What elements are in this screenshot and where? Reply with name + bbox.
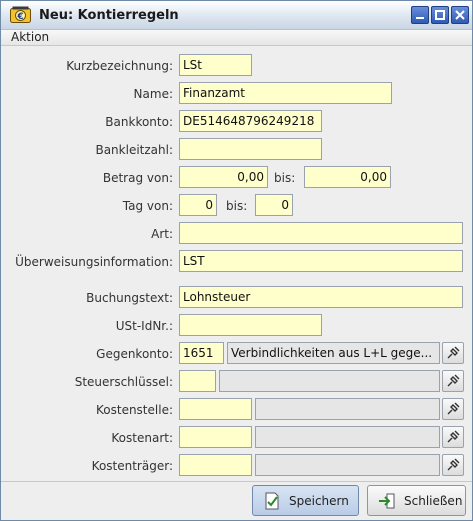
pin-icon (447, 374, 460, 387)
pin-icon (447, 346, 460, 359)
save-label: Speichern (289, 494, 349, 508)
name-input[interactable]: Finanzamt (179, 82, 392, 104)
kostenstelle-code-input[interactable] (179, 398, 252, 420)
tag-from-input[interactable]: 0 (179, 194, 217, 216)
art-input[interactable] (179, 222, 463, 244)
kostenart-description (255, 426, 440, 448)
tag-label: Tag von: (122, 199, 173, 213)
ueberweisungsinformation-input[interactable]: LST (179, 250, 463, 272)
betrag-to-input[interactable]: 0,00 (304, 166, 391, 188)
steuerschluessel-label: Steuerschlüssel: (74, 375, 173, 389)
bankkonto-label: Bankkonto: (105, 115, 173, 129)
maximize-icon (435, 10, 445, 20)
maximize-button[interactable] (431, 6, 449, 24)
save-button[interactable]: Speichern (252, 485, 359, 516)
svg-text:€: € (16, 12, 23, 22)
close-button[interactable]: Schließen (367, 485, 466, 516)
save-doc-icon (265, 492, 279, 510)
kostentraeger-description (255, 454, 440, 476)
gegenkonto-description: Verbindlichkeiten aus L+L gege... (227, 342, 440, 364)
close-label: Schließen (404, 494, 463, 508)
close-window-button[interactable] (451, 6, 469, 24)
pin-icon (447, 458, 460, 471)
gegenkonto-pick-button[interactable] (442, 342, 464, 364)
kostentraeger-label: Kostenträger: (91, 459, 173, 473)
ustidnr-input[interactable] (179, 314, 322, 336)
menu-aktion[interactable]: Aktion (11, 30, 49, 45)
kurzbezeichnung-input[interactable]: LSt (179, 54, 252, 76)
bankkonto-input[interactable]: DE514648796249218 (179, 110, 322, 132)
betrag-from-input[interactable]: 0,00 (179, 166, 268, 188)
ueberweisungsinformation-label: Überweisungsinformation: (15, 255, 173, 269)
minimize-icon (416, 17, 424, 19)
tag-to-input[interactable]: 0 (255, 194, 293, 216)
app-euro-icon: € (10, 6, 31, 23)
buchungstext-label: Buchungstext: (86, 291, 173, 305)
kurzbezeichnung-label: Kurzbezeichnung: (66, 59, 173, 73)
pin-icon (447, 402, 460, 415)
exit-arrow-icon (379, 493, 395, 509)
bankleitzahl-label: Bankleitzahl: (95, 143, 173, 157)
bankleitzahl-input[interactable] (179, 138, 322, 160)
kostenstelle-label: Kostenstelle: (96, 403, 173, 417)
gegenkonto-label: Gegenkonto: (96, 347, 173, 361)
kostentraeger-code-input[interactable] (179, 454, 252, 476)
ustidnr-label: USt-IdNr.: (115, 319, 173, 333)
window-title: Neu: Kontierregeln (39, 8, 179, 23)
buchungstext-input[interactable]: Lohnsteuer (179, 286, 463, 308)
steuerschluessel-pick-button[interactable] (442, 370, 464, 392)
art-label: Art: (151, 227, 173, 241)
betrag-bis-label: bis: (274, 171, 296, 185)
steuerschluessel-description (219, 370, 440, 392)
dialog-window: € Neu: Kontierregeln Aktion Kurzbezeichn… (0, 0, 473, 521)
close-icon (455, 10, 465, 20)
name-label: Name: (133, 87, 173, 101)
button-bar: Speichern Schließen (1, 481, 472, 520)
minimize-button[interactable] (411, 6, 429, 24)
kostenstelle-description (255, 398, 440, 420)
kostenart-code-input[interactable] (179, 426, 252, 448)
tag-bis-label: bis: (226, 199, 248, 213)
kostenart-pick-button[interactable] (442, 426, 464, 448)
menu-bar: Aktion (1, 30, 472, 46)
kostenstelle-pick-button[interactable] (442, 398, 464, 420)
kostenart-label: Kostenart: (111, 431, 173, 445)
betrag-label: Betrag von: (102, 171, 173, 185)
title-bar[interactable]: € Neu: Kontierregeln (1, 1, 472, 30)
gegenkonto-code-input[interactable]: 1651 (179, 342, 224, 364)
steuerschluessel-code-input[interactable] (179, 370, 216, 392)
kostentraeger-pick-button[interactable] (442, 454, 464, 476)
pin-icon (447, 430, 460, 443)
